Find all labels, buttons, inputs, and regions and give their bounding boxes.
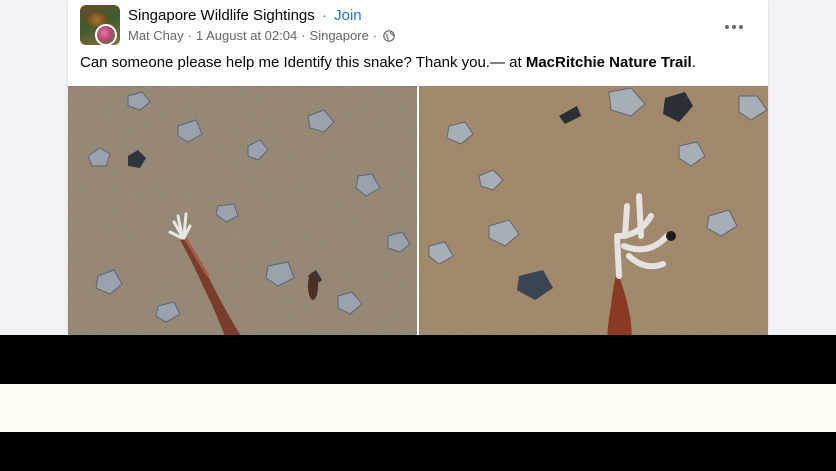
more-options-button[interactable] [716, 9, 752, 45]
overlay-band-dark-lower [0, 432, 836, 471]
separator: · [321, 7, 327, 24]
photo-2[interactable] [419, 86, 768, 345]
author-avatar[interactable] [95, 24, 117, 46]
overlay-band-light [0, 384, 836, 399]
post-meta: Mat Chay · 1 August at 02:04 · Singapore… [128, 28, 395, 44]
post-text-end: . [691, 54, 696, 71]
post-text-body: Can someone please help me Identify this… [80, 54, 526, 71]
post-header: Singapore Wildlife Sightings · Join Mat … [80, 5, 756, 47]
post-text: Can someone please help me Identify this… [80, 53, 696, 73]
overlay-band-light-lower [0, 399, 836, 432]
more-options-icon [725, 25, 743, 29]
globe-icon[interactable] [383, 30, 395, 42]
separator: · [301, 28, 306, 43]
separator: · [372, 28, 378, 43]
author-name-link[interactable]: Mat Chay [128, 28, 184, 44]
post-location: Singapore [309, 28, 369, 43]
separator: · [187, 28, 192, 43]
page: Singapore Wildlife Sightings · Join Mat … [0, 0, 836, 471]
place-link[interactable]: MacRitchie Nature Trail [526, 54, 692, 71]
photo-1[interactable] [68, 86, 417, 345]
post-timestamp-link[interactable]: 1 August at 02:04 [196, 28, 297, 44]
post-title-line: Singapore Wildlife Sightings · Join [128, 6, 362, 26]
group-name-link[interactable]: Singapore Wildlife Sightings [128, 7, 315, 24]
post-card: Singapore Wildlife Sightings · Join Mat … [68, 0, 768, 345]
photo-grid [68, 86, 768, 345]
join-group-button[interactable]: Join [334, 7, 362, 24]
